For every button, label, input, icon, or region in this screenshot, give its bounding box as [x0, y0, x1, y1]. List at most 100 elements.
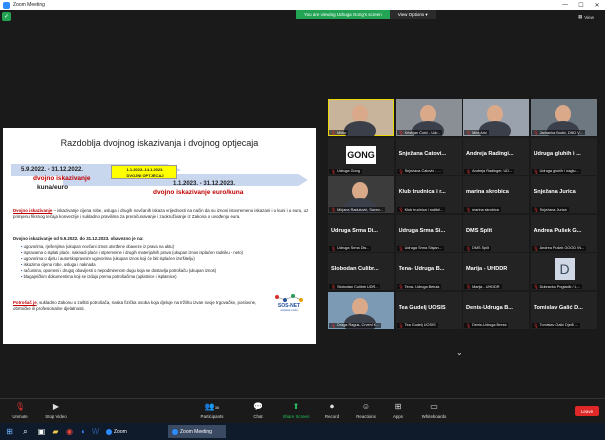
- participant-tile[interactable]: Marija - UHDDR 🎙 Marija - UHDDR: [463, 253, 529, 290]
- participant-name: Andrea Pušek G...: [533, 227, 582, 234]
- participant-tile[interactable]: Snježana Ćatovi... 🎙 Snježana Ćatović - ..…: [395, 137, 462, 175]
- leave-button[interactable]: Leave: [575, 406, 599, 416]
- participant-tile[interactable]: 🎙 Mira Arić: [463, 99, 529, 136]
- microphone-muted-icon: 🎙: [331, 245, 337, 251]
- consumer-text: , sukladno Zakonu o zaštiti potrošača, s…: [13, 300, 257, 312]
- task-view-icon[interactable]: ▣: [36, 426, 47, 437]
- participant-name: Marija - UHDDR: [466, 266, 508, 272]
- gong-logo: GONG: [346, 145, 376, 164]
- participant-tile[interactable]: Andrea Pušek G... 🎙 Andrea Pušek GOOD IN..…: [530, 214, 597, 252]
- obligation-heading: Dvojno iskazivanje od 5.9.2022. do 31.12…: [13, 236, 144, 241]
- box-dates: 1.1.2023.-14.1.2023.: [126, 167, 164, 172]
- participant-label-text: Andreja Radinger, UD...: [472, 169, 513, 173]
- participant-tile[interactable]: Andreja Radingi... 🎙 Andreja Radinger, UD.…: [463, 137, 529, 175]
- participant-tile[interactable]: Tomislav Galić D... 🎙 Tomislav Galić Djeđi…: [530, 291, 597, 329]
- edge-icon[interactable]: ◐: [78, 426, 89, 437]
- minimize-button[interactable]: —: [557, 0, 573, 10]
- participant-tile[interactable]: 🎙 Mirko: [328, 99, 394, 136]
- reactions-label: Reactions: [356, 414, 376, 419]
- participant-tile[interactable]: Denis-Udruga B... 🎙 Denis-Udruga Breza: [463, 291, 529, 329]
- zoom-logo-icon: [3, 1, 10, 9]
- windows-start-icon[interactable]: ⊞: [4, 426, 15, 437]
- participant-tile[interactable]: 🎙 Jadranka Budić, DND V...: [530, 99, 597, 136]
- apps-label: Apps: [392, 414, 403, 419]
- record-icon: ⏺: [330, 402, 334, 411]
- microphone-muted-icon: 🎙: [533, 245, 539, 251]
- participant-label: 🎙 Snježana Ćatović - ...: [396, 168, 443, 174]
- window-title: Zoom Meeting: [13, 2, 45, 8]
- microphone-muted-icon: 🎙: [466, 322, 472, 328]
- participant-tile[interactable]: Udruga Srma Di... 🎙 Udruga Srma Dis...: [328, 214, 394, 252]
- chat-label: Chat: [253, 414, 263, 419]
- participants-button[interactable]: 👥36 Participants: [192, 401, 232, 419]
- chrome-icon[interactable]: ◉: [64, 426, 75, 437]
- participant-tile[interactable]: Snježana Jurica 🎙 Snježana Jurica: [530, 176, 597, 213]
- participant-name: Slobodan Culibr...: [331, 266, 379, 272]
- participant-name: Udruga Srma Di...: [331, 227, 378, 234]
- smiley-icon: ☺: [361, 402, 371, 411]
- participant-tile[interactable]: marina skrobica 🎙 marina skrobica: [463, 176, 529, 213]
- participant-tile[interactable]: GONG 🎙 Udruga Gong: [328, 137, 394, 175]
- taskbar-zoom-meeting[interactable]: Zoom Meeting: [168, 425, 226, 438]
- close-button[interactable]: ✕: [589, 0, 605, 10]
- participant-tile[interactable]: Tena- Udruga B... 🎙 Tena- Udruga Betula: [395, 253, 462, 290]
- taskbar-zoom[interactable]: Zoom: [102, 425, 131, 438]
- whiteboards-button[interactable]: ▭ Whiteboards: [414, 401, 454, 419]
- participant-tile[interactable]: 🎙 Draga Ragus, Crveni K...: [328, 291, 394, 329]
- word-icon[interactable]: W: [90, 426, 101, 437]
- screen-share-banner: You are viewing Udruga Gong's screen Vie…: [296, 10, 436, 19]
- participant-label: 🎙 marina skrobica: [464, 207, 501, 212]
- view-button[interactable]: ▦ View: [578, 14, 594, 20]
- file-explorer-icon[interactable]: ▰: [50, 426, 61, 437]
- participant-name: Snježana Ćatovi...: [398, 150, 447, 157]
- stop-video-label: Stop Video: [45, 414, 67, 419]
- security-shield-icon[interactable]: ✓: [2, 12, 11, 21]
- microphone-muted-icon: 🎙: [533, 130, 539, 135]
- participant-name: Udruga gluhih i ...: [533, 150, 581, 157]
- participant-name: DMS Split: [466, 227, 493, 234]
- period2-label: dvojno iskazivanje euro/kuna: [153, 189, 244, 196]
- participant-label-text: Slobodan Culibrk UDR...: [337, 284, 379, 289]
- participant-tile[interactable]: DMS Split 🎙 DMS Split: [463, 214, 529, 252]
- microphone-muted-icon: 🎙: [331, 322, 337, 328]
- microphone-muted-icon: 🎙: [466, 245, 472, 251]
- chevron-down-icon[interactable]: ⌄: [456, 348, 463, 357]
- windows-taskbar: ⊞ ⌕ ▣ ▰ ◉ ◐ W Zoom Zoom Meeting: [0, 423, 605, 440]
- participant-label: 🎙 Kristijan Ćorić - Udr...: [396, 130, 443, 135]
- participant-label-text: Kristijan Ćorić - Udr...: [404, 130, 441, 135]
- microphone-muted-icon: 🎙: [398, 245, 404, 251]
- participant-tile[interactable]: Udruga gluhih i ... 🎙 Udruga gluhih i nagl…: [530, 137, 597, 175]
- unmute-button[interactable]: 🎙 Unmute: [0, 401, 40, 419]
- zoom-meeting-app-icon: [172, 428, 178, 435]
- maximize-button[interactable]: ☐: [573, 0, 589, 10]
- chat-button[interactable]: 💬 Chat: [238, 401, 278, 419]
- participant-tile[interactable]: Tea Gudelj UOSIS 🎙 Tea Gudelj UOSIS: [395, 291, 462, 329]
- participant-name: Andreja Radingi...: [466, 150, 514, 157]
- logo-subtext: socijalna mreža: [280, 309, 298, 312]
- whiteboards-label: Whiteboards: [421, 414, 447, 419]
- participant-label: 🎙 Klub trudnica i roditel...: [396, 207, 446, 212]
- view-options-button[interactable]: View Options ▾: [389, 10, 436, 19]
- participant-tile[interactable]: 🎙 Mirjana Radulović, Savez...: [328, 176, 394, 213]
- share-screen-icon: ⬆: [292, 402, 300, 411]
- box-label: DVOJNI OPTJECAJ: [126, 173, 164, 178]
- zoom-app-icon: [106, 428, 112, 435]
- participant-label: 🎙 Tea Gudelj UOSIS: [396, 322, 438, 328]
- period2-dates: 1.1.2023. - 31.12.2023.: [173, 181, 236, 187]
- microphone-muted-icon: 🎙: [331, 168, 337, 174]
- stop-video-button[interactable]: ▶ Stop Video: [36, 401, 76, 419]
- search-icon[interactable]: ⌕: [20, 426, 31, 437]
- participant-name: marina skrobica: [466, 189, 509, 195]
- participant-tile[interactable]: Udruga Srma Si... 🎙 Udruga Srma Sisjan...: [395, 214, 462, 252]
- participant-tile[interactable]: D 🎙 Dubravko Pogladić / L...: [530, 253, 597, 290]
- participant-tile[interactable]: Slobodan Culibr... 🎙 Slobodan Culibrk UDR.…: [328, 253, 394, 290]
- participant-tile[interactable]: 🎙 Kristijan Ćorić - Udr...: [395, 99, 462, 136]
- participant-tile[interactable]: Klub trudnica i r... 🎙 Klub trudnica i rod…: [395, 176, 462, 213]
- participant-label-text: Dubravko Pogladić / L...: [539, 284, 580, 289]
- participant-video-body: [344, 121, 376, 136]
- participant-label: 🎙 Mirko: [329, 130, 349, 135]
- share-screen-button[interactable]: ⬆ Share Screen: [276, 401, 316, 419]
- participant-label-text: Mirko: [337, 130, 347, 135]
- meeting-area: ✓ You are viewing Udruga Gong's screen V…: [0, 10, 605, 398]
- apps-button[interactable]: ⊞ Apps: [378, 401, 418, 419]
